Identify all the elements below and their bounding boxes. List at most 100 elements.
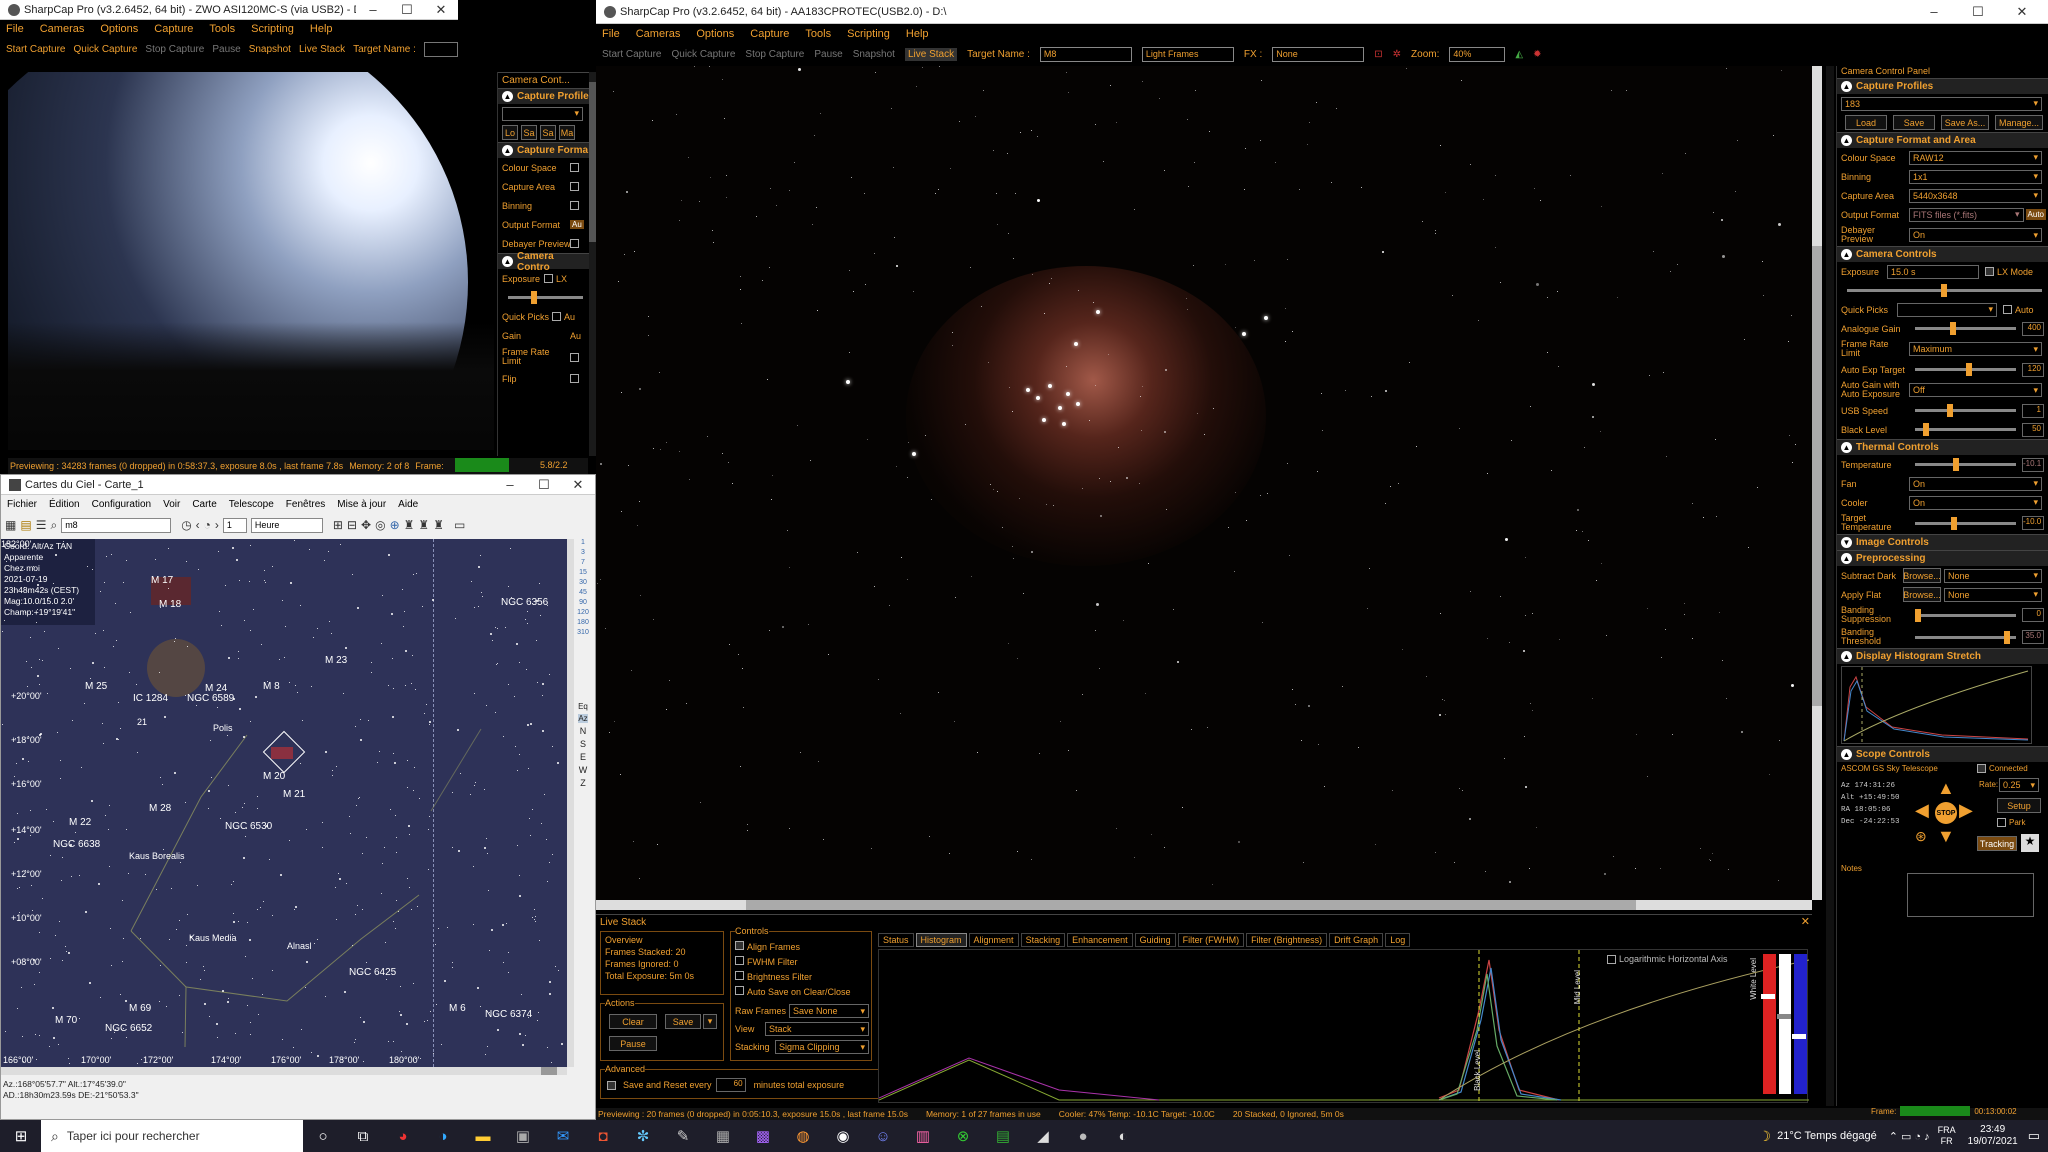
chart-label[interactable]: +16°00' [11,779,42,789]
menu-file[interactable]: File [6,23,24,35]
green-level-slider[interactable] [1776,954,1792,1094]
binning-select[interactable]: 1x1 ▾ [1909,169,2042,184]
mini-profile-select[interactable]: ▾ [502,106,583,121]
sky-chart[interactable]: Coord. Alt/Az TAN Apparente Chez moi 202… [1,539,567,1067]
quick-auto-checkbox[interactable] [2003,305,2012,314]
tab-status[interactable]: Status [878,933,914,947]
calculator-icon[interactable]: ▦ [712,1125,734,1147]
mini-area-select[interactable] [570,182,579,191]
chart-label[interactable]: M 20 [263,771,285,782]
weather-text[interactable]: 21°C Temps dégagé [1777,1130,1877,1142]
gain-slider[interactable] [1915,322,2016,335]
zenith-button[interactable]: Z [580,778,586,788]
chart-label[interactable]: 176°00' [271,1055,301,1065]
cdc-menu-configuration[interactable]: Configuration [92,499,151,510]
chart-label[interactable]: IC 1284 [133,693,168,704]
chart-label[interactable]: M 25 [85,681,107,692]
auto-gain-select[interactable]: Off ▾ [1909,383,2042,397]
banding-suppression-slider[interactable] [1915,608,2016,622]
chart-label[interactable]: M 28 [149,803,171,814]
cdc-taskbar-icon[interactable]: ◐ [1112,1125,1134,1147]
menu-cameras[interactable]: Cameras [40,23,85,35]
image-controls-header[interactable]: ▼ Image Controls [1837,534,2048,550]
chart-label[interactable]: M 17 [151,575,173,586]
chart-label[interactable]: +12°00' [11,869,42,879]
save-as-profile-button[interactable]: Save As... [1941,115,1989,130]
chart-label[interactable]: +20°00' [11,691,42,701]
mini-load-button[interactable]: Lo [502,125,518,140]
taskbar-search-box[interactable]: ⌕ Taper ici pour rechercher [41,1120,303,1152]
fov-1[interactable]: 1 [581,539,585,546]
tab-log[interactable]: Log [1385,933,1411,947]
chart-label[interactable]: M 23 [325,655,347,666]
snapshot-button[interactable]: Snapshot [853,49,895,60]
image-vscroll[interactable] [1812,66,1822,900]
frame-type-select[interactable]: Light Frames [1141,46,1234,62]
maximize-icon[interactable]: ☐ [527,477,561,493]
zoom-select[interactable]: 40% [1449,46,1506,62]
az-button[interactable]: Az [578,714,588,723]
close-icon[interactable]: ✕ [2000,4,2044,20]
mini-controls-header[interactable]: ▲ Camera Contro [498,251,589,273]
snapshot-app-icon[interactable]: ◉ [832,1125,854,1147]
exposure-slider[interactable] [1847,284,2042,297]
object-search-input[interactable]: m8 [61,517,172,533]
target-temp-slider[interactable] [1915,516,2016,530]
language-indicator[interactable]: FRA FR [1938,1125,1956,1147]
save-dropdown-icon[interactable]: ▾ [703,1014,717,1029]
menu-options[interactable]: Options [100,23,138,35]
maximize-icon[interactable]: ☐ [1956,4,2000,20]
tab-filter-brightness[interactable]: Filter (Brightness) [1246,933,1328,947]
minimize-icon[interactable]: – [356,2,390,18]
chart-label[interactable]: 174°00' [211,1055,241,1065]
snapshot-button[interactable]: Snapshot [249,44,291,55]
reticle-icon[interactable]: ⊡ [1374,49,1382,60]
chart-label[interactable]: M 24 [205,683,227,694]
cdc-hscroll[interactable] [1,1067,567,1075]
slew-down-icon[interactable]: ▼ [1937,826,1955,847]
manage-profiles-button[interactable]: Manage... [1995,115,2043,130]
cdc-vscroll[interactable] [567,539,574,1067]
edge-icon[interactable]: ◑ [432,1125,454,1147]
chart-label[interactable]: Kaus Borealis [129,851,185,861]
controls-header[interactable]: ▲ Camera Controls [1837,246,2048,262]
hscroll-thumb[interactable] [541,1067,557,1075]
raw-frames-select[interactable]: Save None ▾ [789,1004,869,1018]
chart-label[interactable]: 180°00' [389,1055,419,1065]
clock[interactable]: 23:49 19/07/2021 [1968,1124,2018,1148]
tray-icons[interactable]: ⌃ ▭ ◔ ♪ [1889,1130,1930,1143]
notification-icon[interactable]: ▭ [2028,1128,2040,1144]
usb-slider[interactable] [1915,404,2016,417]
chart-label[interactable]: Polis [213,723,233,733]
menu-tools[interactable]: Tools [805,28,831,40]
chart-label[interactable]: M 6 [449,1003,466,1014]
minimize-icon[interactable]: – [1912,4,1956,20]
banding-threshold-value[interactable]: 35.0 [2022,630,2044,644]
calendar-icon[interactable]: ▦ [5,518,16,532]
windows-start-icon[interactable]: ⊞ [10,1125,32,1147]
autosave-checkbox[interactable] [735,986,744,995]
ccp-scrollbar[interactable] [1826,66,1834,1106]
xbox-icon[interactable]: ⊗ [952,1125,974,1147]
cdc-menu-carte[interactable]: Carte [192,499,216,510]
quick-capture-button[interactable]: Quick Capture [671,49,735,60]
colour-space-select[interactable]: RAW12 ▾ [1909,150,2042,165]
slew-right-icon[interactable]: ▶ [1959,800,1973,821]
file-explorer-icon[interactable]: ▬ [472,1125,494,1147]
target-name-input[interactable]: M8 [1039,46,1132,62]
park-checkbox[interactable] [1997,818,2006,827]
live-stack-button[interactable]: Live Stack [904,47,958,61]
target-temp-value[interactable]: -10.0 [2022,516,2044,530]
chart-label[interactable]: M 18 [159,599,181,610]
profile-select[interactable]: 183 ▾ [1841,96,2042,111]
output-format-select[interactable]: FITS files (*.fits) ▾ [1909,207,2024,222]
cooler-select[interactable]: On ▾ [1909,495,2042,510]
fov-30[interactable]: 30 [579,579,587,586]
network-app-icon[interactable]: ✼ [632,1125,654,1147]
menu-cameras[interactable]: Cameras [636,28,681,40]
cdc-menu-voir[interactable]: Voir [163,499,180,510]
minutes-input[interactable]: 60 [715,1078,746,1092]
mini-gain-auto[interactable]: Au [570,331,581,341]
mini-lx-checkbox[interactable] [544,274,553,283]
firefox-icon[interactable]: ◍ [792,1125,814,1147]
